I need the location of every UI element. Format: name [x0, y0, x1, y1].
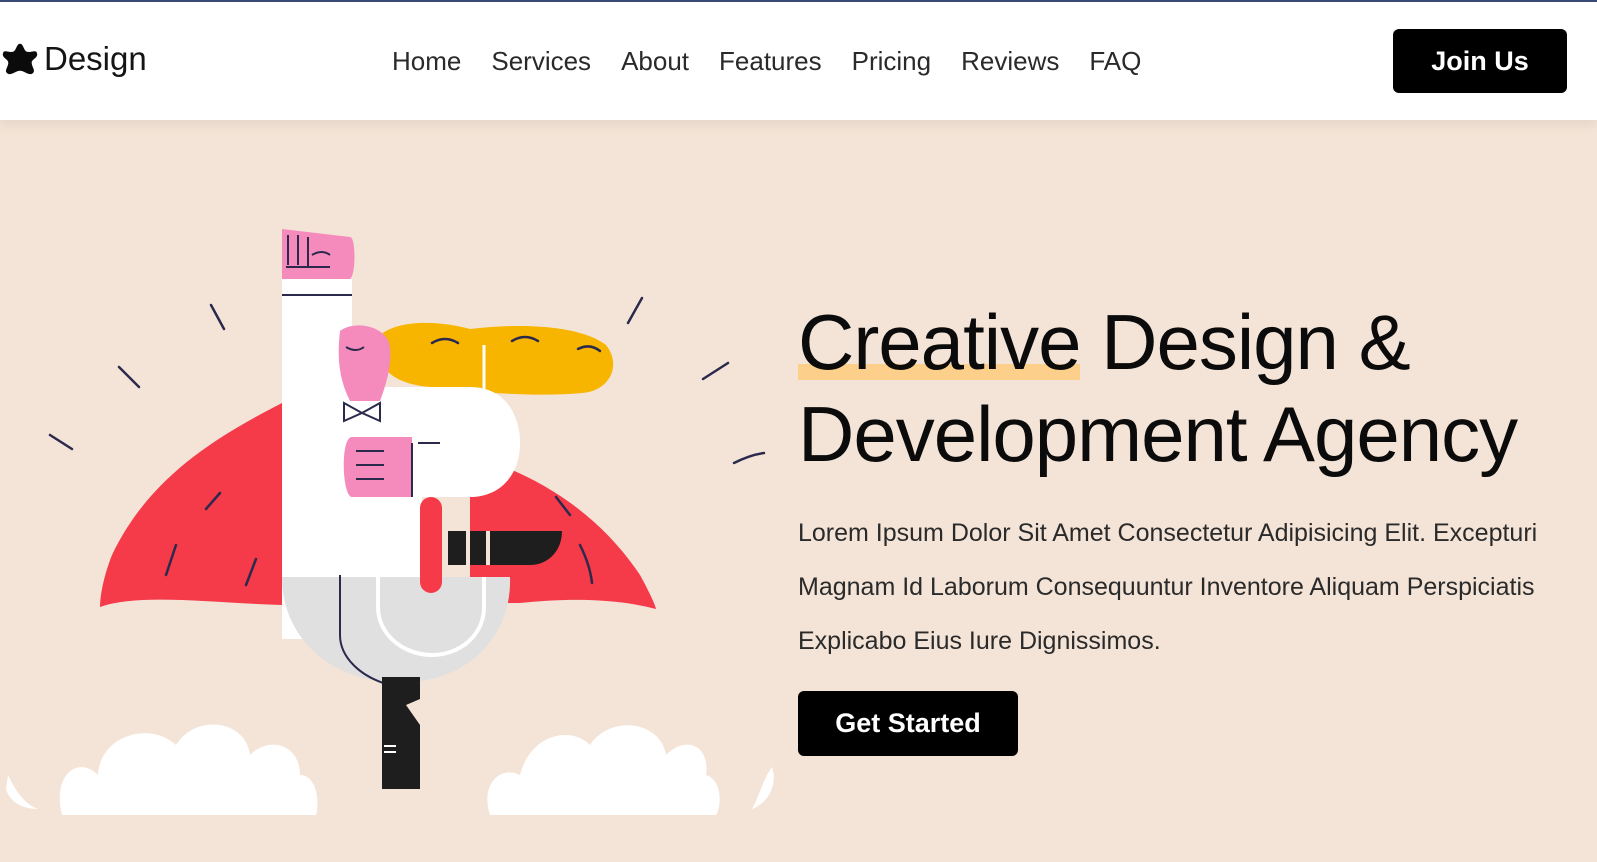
hair — [380, 322, 614, 395]
main-nav: Home Services About Features Pricing Rev… — [392, 46, 1171, 77]
superhero-letter-f-illustration — [6, 229, 774, 815]
nav-item-features[interactable]: Features — [719, 46, 822, 77]
leg — [382, 677, 420, 789]
title-highlight: Creative — [798, 298, 1081, 386]
nav-item-pricing[interactable]: Pricing — [852, 46, 931, 77]
brand-logo[interactable]: Design — [2, 40, 147, 78]
brand-name: Design — [44, 40, 147, 77]
hero-content: Creative Design & Development Agency Lore… — [798, 296, 1578, 668]
hand — [343, 437, 412, 497]
site-header: Design Home Services About Features Pric… — [0, 2, 1597, 120]
boot — [448, 531, 562, 565]
nav-item-faq[interactable]: FAQ — [1089, 46, 1141, 77]
title-line2: Development Agency — [798, 390, 1518, 478]
title-line1-rest: Design & — [1080, 298, 1411, 386]
letter-grey-loop — [282, 577, 511, 681]
cape-left — [100, 403, 282, 607]
head — [338, 325, 391, 401]
hero-title: Creative Design & Development Agency — [798, 296, 1578, 480]
nav-item-about[interactable]: About — [621, 46, 689, 77]
hero-description: Lorem Ipsum Dolor Sit Amet Consectetur A… — [798, 519, 1538, 655]
nav-item-services[interactable]: Services — [491, 46, 591, 77]
fist — [282, 229, 355, 279]
star-blob-icon — [2, 43, 38, 75]
nav-item-home[interactable]: Home — [392, 46, 461, 77]
nav-item-reviews[interactable]: Reviews — [961, 46, 1059, 77]
join-us-button[interactable]: Join Us — [1393, 29, 1567, 93]
get-started-button[interactable]: Get Started — [798, 691, 1018, 756]
